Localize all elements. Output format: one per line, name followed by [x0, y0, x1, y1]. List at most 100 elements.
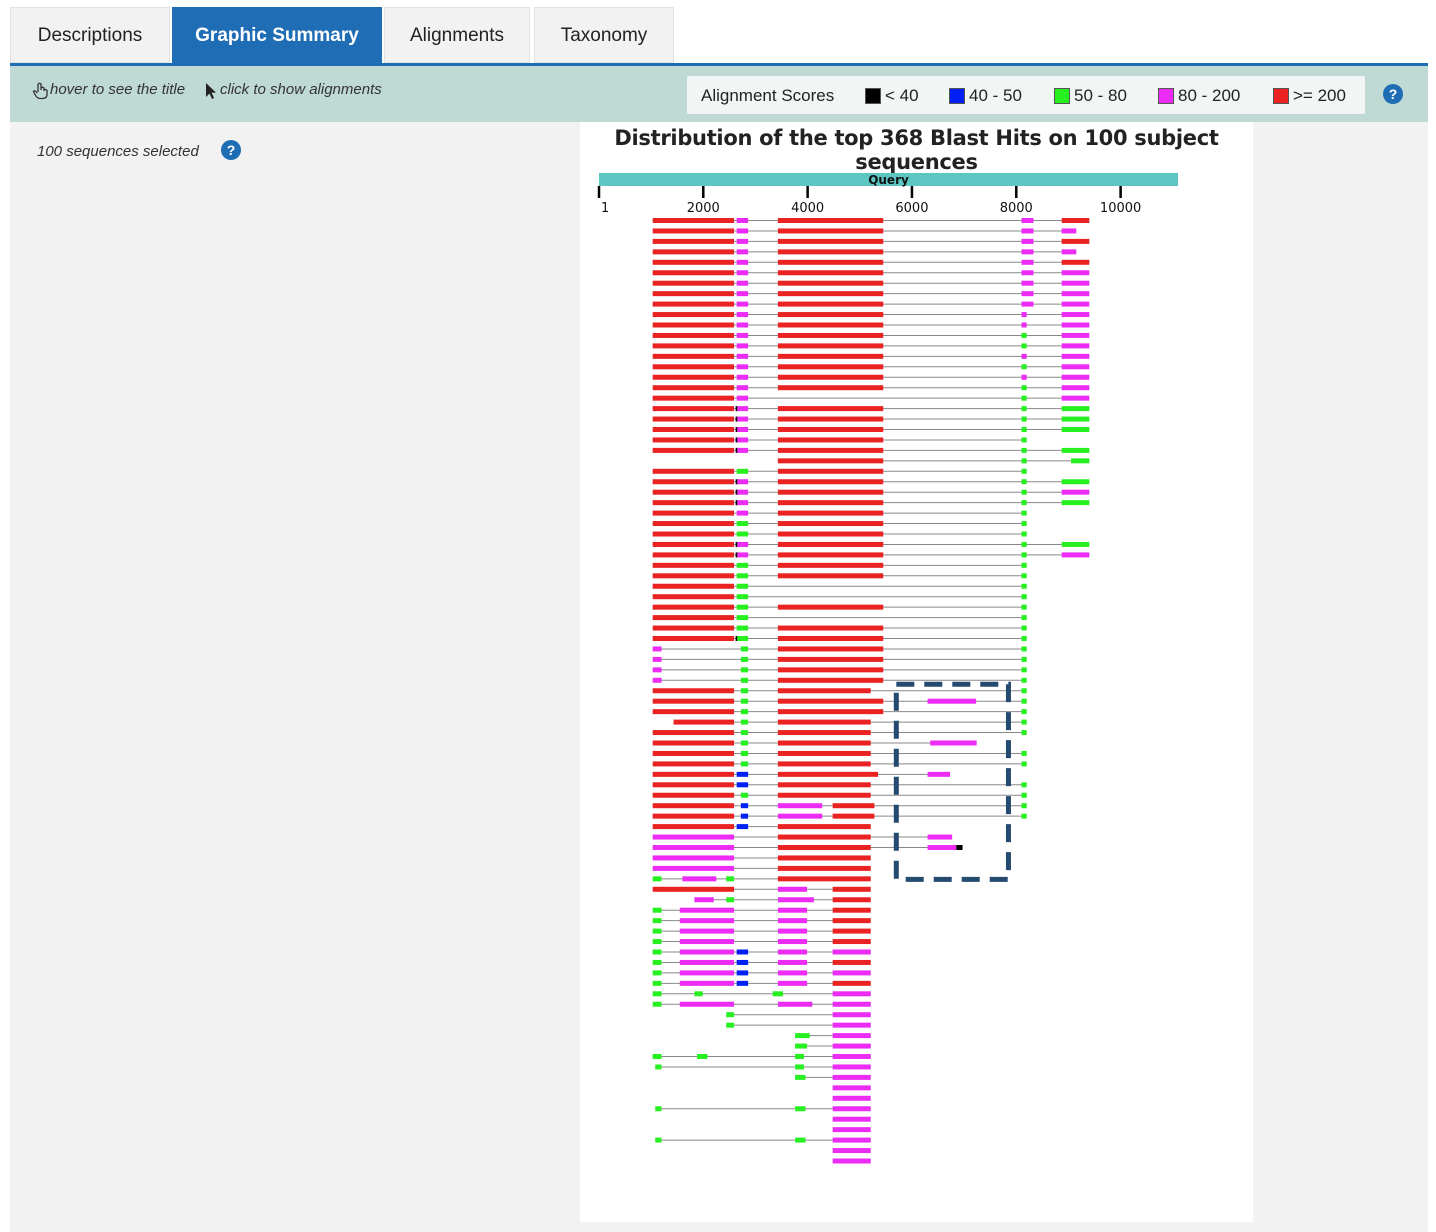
hit-segment [1021, 792, 1027, 798]
hit-segment [777, 489, 884, 495]
hit-segment [1021, 447, 1027, 453]
hit-segment [736, 395, 749, 401]
hit-segment [679, 949, 735, 955]
hit-segment [777, 353, 884, 359]
hit-segment [652, 615, 735, 621]
hit-segment [736, 218, 749, 223]
hit-segment [777, 855, 871, 861]
hit-segment [652, 761, 735, 767]
hit-segment [927, 771, 951, 777]
hit-segment [652, 604, 735, 610]
hit-segment [655, 1137, 662, 1143]
hit-segment [737, 406, 749, 412]
hit-segment [832, 949, 871, 955]
hit-segment [652, 270, 735, 276]
hit-segment [777, 730, 871, 736]
hit-segment [679, 1001, 735, 1007]
hit-segment [777, 834, 871, 840]
hit-segment [736, 468, 749, 474]
hit-segment [736, 604, 749, 610]
hit-segment [832, 1012, 871, 1018]
hit-segment [777, 709, 884, 715]
hit-segment [1021, 374, 1027, 380]
hit-segment [777, 949, 808, 955]
hit-segment [1021, 719, 1027, 725]
hit-segment [694, 897, 714, 903]
hit-segment [777, 374, 884, 380]
hit-segment [1021, 385, 1027, 391]
hit-segment [652, 980, 662, 986]
hit-segment [694, 991, 703, 997]
hit-segment [832, 928, 871, 934]
hit-segment [1061, 249, 1077, 255]
hit-segment [1021, 656, 1027, 662]
hit-segment [736, 280, 749, 286]
hit-segment [652, 970, 662, 976]
hit-segment [736, 949, 749, 955]
hit-segment [652, 343, 735, 349]
hit-segment [1061, 552, 1090, 558]
hit-segment [795, 1054, 804, 1059]
hit-segment [832, 1127, 871, 1133]
hit-segment [1021, 594, 1027, 600]
hit-segment [1061, 353, 1090, 359]
hit-segment [1021, 604, 1027, 610]
hit-segment [1021, 228, 1034, 234]
hit-segment [652, 437, 735, 443]
hit-segment [736, 625, 749, 631]
hit-segment [777, 939, 808, 945]
hit-segment [777, 238, 884, 244]
hit-segment [927, 834, 953, 840]
hit-segment [652, 510, 735, 516]
hit-segment [1021, 615, 1027, 621]
hit-segment [777, 552, 884, 558]
hit-segment [655, 1106, 662, 1112]
hit-segment [1061, 385, 1090, 391]
hit-segment [652, 709, 735, 715]
hit-segment [737, 427, 749, 432]
hit-segment [652, 886, 735, 892]
hit-segment [1021, 218, 1034, 223]
hit-segment [736, 322, 749, 328]
hit-segment [777, 897, 814, 903]
hit-segment [652, 583, 735, 589]
hit-segment [679, 928, 735, 934]
hit-segment [832, 1137, 871, 1143]
hit-segment [652, 218, 735, 223]
hit-segment [777, 646, 884, 652]
hit-segment [777, 792, 871, 798]
hit-segment [777, 468, 884, 474]
hit-segment [1021, 479, 1027, 485]
hit-segment [652, 656, 662, 662]
hit-segment [652, 782, 735, 788]
hit-segment [1061, 301, 1090, 307]
hit-segment [652, 918, 662, 924]
hit-segment [736, 573, 749, 579]
hit-segment [772, 991, 784, 997]
hit-segment [777, 604, 884, 610]
hit-segment [1061, 479, 1090, 485]
hit-segment [652, 646, 662, 652]
hit-segment [1021, 782, 1027, 788]
hit-segment [1061, 489, 1090, 495]
hit-segment [679, 918, 735, 924]
hit-segment [652, 636, 735, 641]
hit-segment [777, 228, 884, 234]
hit-segment [832, 897, 871, 903]
hit-segment [777, 845, 871, 850]
hit-segment [777, 667, 884, 673]
hit-segment [1061, 406, 1090, 412]
hit-segment [1021, 803, 1027, 809]
hit-segment [832, 959, 871, 965]
hit-segment [652, 552, 735, 558]
hit-segment [777, 698, 884, 704]
axis-tick-label: 1 [601, 201, 609, 216]
hit-segment [777, 406, 884, 412]
hit-segment [777, 907, 808, 913]
hit-segment [652, 939, 662, 945]
hit-segment [697, 1054, 708, 1059]
axis-tick-label: 8000 [1000, 201, 1033, 216]
hit-segment [777, 761, 871, 767]
hit-segment [1021, 646, 1027, 652]
hit-segment [736, 364, 749, 370]
